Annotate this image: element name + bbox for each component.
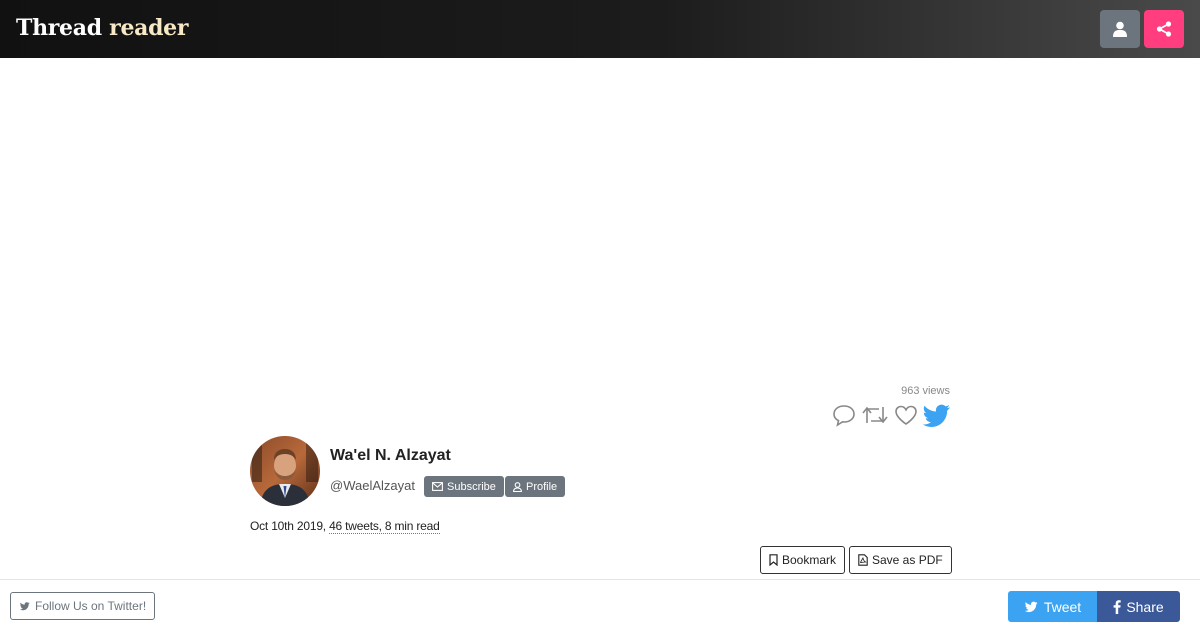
subscribe-label: Subscribe — [447, 480, 496, 493]
follow-us-button[interactable]: Follow Us on Twitter! — [10, 592, 156, 620]
bookmark-label: Bookmark — [782, 553, 837, 567]
bookmark-icon — [769, 554, 778, 566]
twitter-icon — [1024, 601, 1038, 613]
subscribe-button[interactable]: Subscribe — [424, 476, 504, 497]
thread-meta: Oct 10th 2019, 46 tweets, 8 min read — [250, 519, 440, 534]
follow-us-label: Follow Us on Twitter! — [35, 599, 147, 613]
reply-icon[interactable] — [830, 401, 858, 429]
tweet-button[interactable]: Tweet — [1008, 591, 1097, 622]
thread-stats: 46 tweets, 8 min read — [329, 519, 440, 534]
facebook-icon — [1113, 599, 1122, 614]
tweet-actions — [830, 400, 952, 430]
twitter-bird-icon[interactable] — [922, 401, 952, 429]
pdf-file-icon — [858, 554, 868, 566]
share-icon — [1156, 21, 1172, 37]
retweet-icon[interactable] — [860, 401, 890, 429]
tweet-label: Tweet — [1043, 598, 1082, 615]
thread-date: Oct 10th 2019, — [250, 519, 326, 533]
author-name[interactable]: Wa'el N. Alzayat — [330, 447, 451, 465]
share-menu-button[interactable] — [1144, 10, 1184, 48]
author-handle[interactable]: @WaelAlzayat — [330, 478, 415, 493]
brand-text-reader: reader — [109, 15, 189, 41]
view-count: 963 views — [901, 385, 950, 397]
site-logo[interactable]: Thread reader — [16, 15, 188, 41]
footer-bar: Follow Us on Twitter! Tweet Share — [0, 579, 1200, 630]
share-label: Share — [1126, 598, 1164, 615]
account-button[interactable] — [1100, 10, 1140, 48]
bookmark-button[interactable]: Bookmark — [760, 546, 846, 574]
twitter-icon — [19, 602, 30, 611]
profile-button[interactable]: Profile — [505, 476, 566, 497]
like-icon[interactable] — [892, 401, 920, 429]
facebook-share-button[interactable]: Share — [1097, 591, 1180, 622]
profile-label: Profile — [526, 480, 558, 493]
top-navbar: Thread reader — [0, 0, 1200, 58]
envelope-icon — [432, 482, 443, 491]
brand-text-thread: Thread — [16, 15, 102, 41]
user-outline-icon — [513, 481, 522, 492]
save-pdf-label: Save as PDF — [872, 553, 943, 567]
user-icon — [1113, 21, 1127, 37]
save-pdf-button[interactable]: Save as PDF — [849, 546, 952, 574]
author-avatar[interactable] — [250, 436, 320, 506]
